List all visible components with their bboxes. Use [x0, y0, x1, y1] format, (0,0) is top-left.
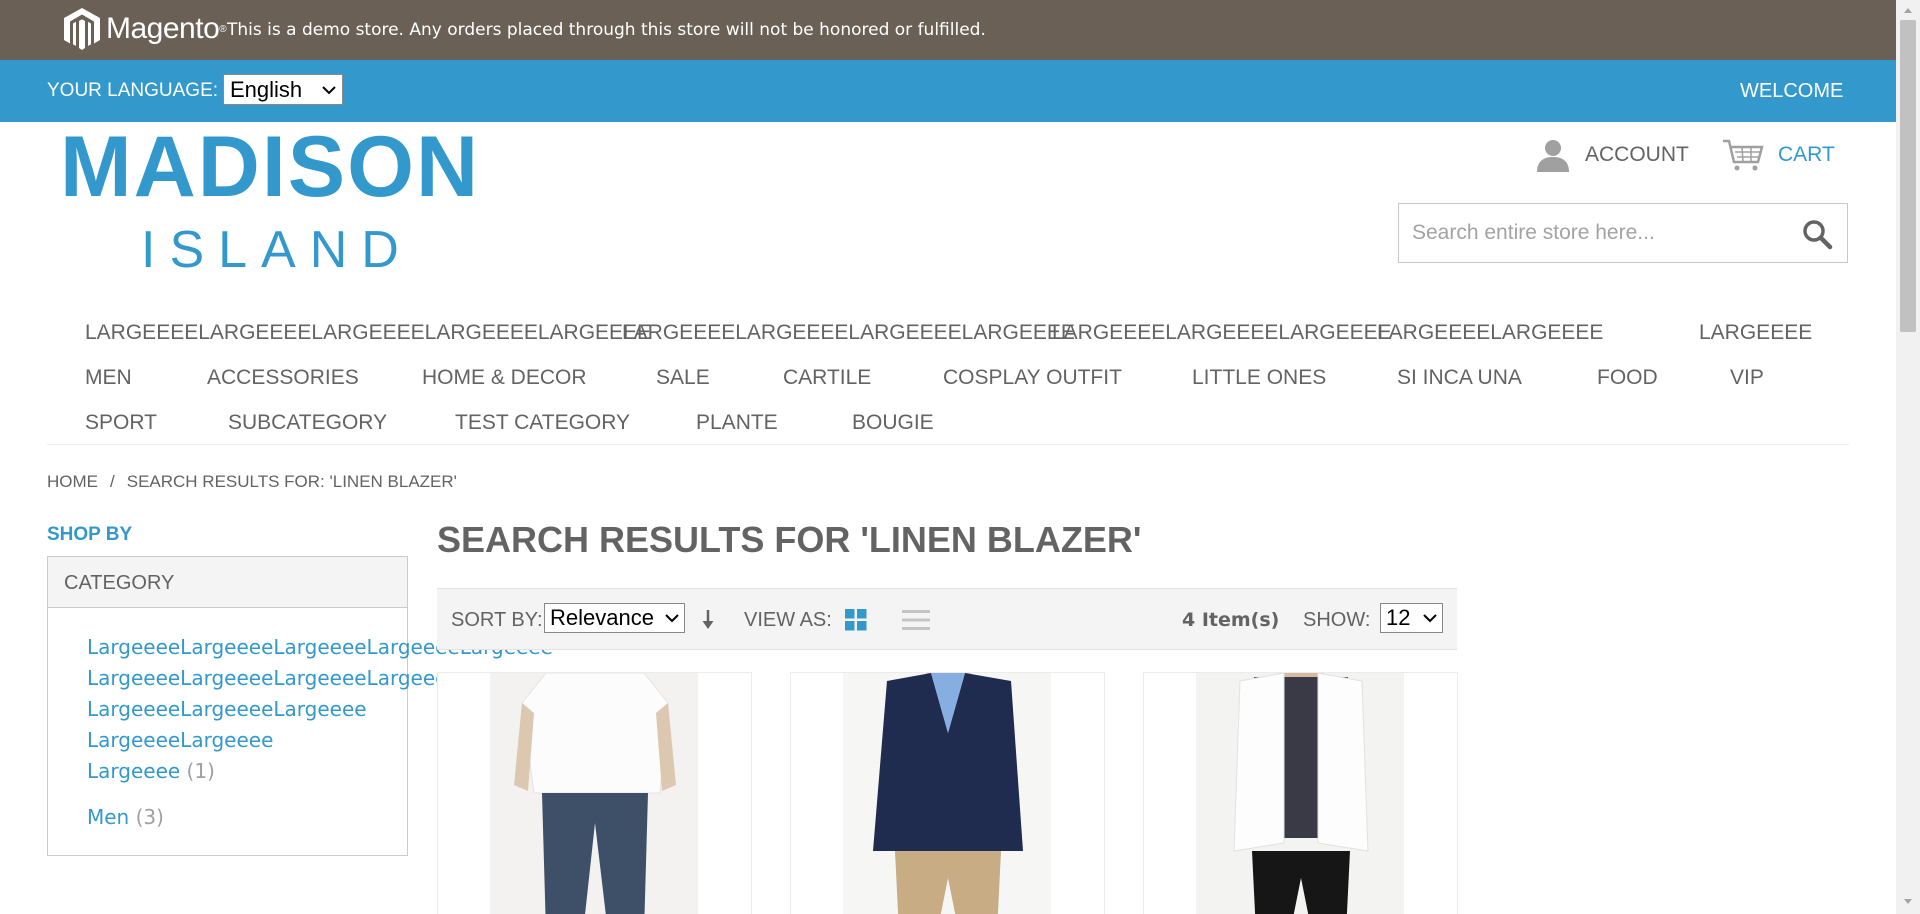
nav-item-largeeee-2[interactable]: LARGEEEELARGEEEE	[1377, 321, 1603, 345]
language-label: YOUR LANGUAGE:	[47, 80, 219, 101]
nav-item-vip[interactable]: VIP	[1730, 366, 1764, 390]
filter-link-label: Men	[87, 805, 130, 829]
nav-item-sale[interactable]: SALE	[656, 366, 710, 390]
sort-direction-icon[interactable]	[701, 609, 715, 631]
show-per-page-value: 12	[1386, 605, 1411, 630]
nav-item-men[interactable]: MEN	[85, 366, 132, 390]
search-input[interactable]	[1399, 204, 1789, 262]
filter-link-label: Largeeee	[87, 759, 181, 783]
cart-icon	[1723, 139, 1764, 171]
nav-item-plante[interactable]: PLANTE	[696, 411, 778, 435]
search-icon[interactable]	[1801, 218, 1833, 250]
user-icon	[1537, 140, 1569, 172]
cart-link[interactable]: CART	[1722, 138, 1835, 172]
filter-link-label: LargeeeeLargeeeeLargeeeeLargeeee	[87, 666, 460, 690]
nav-item-bougie[interactable]: BOUGIE	[852, 411, 934, 435]
nav-item-largeeee-1[interactable]: LARGEEEE	[1699, 321, 1812, 345]
scroll-up-icon[interactable]	[1903, 6, 1913, 14]
filter-link-count: (3)	[135, 805, 164, 829]
category-filter-header: CATEGORY	[48, 557, 407, 608]
magento-logo: Magento ®	[62, 6, 227, 52]
products-toolbar: SORT BY: Relevance VIEW AS: 4 Item(s) SH…	[437, 588, 1457, 650]
product-card[interactable]	[790, 672, 1105, 914]
breadcrumb-current: SEARCH RESULTS FOR: 'LINEN BLAZER'	[126, 472, 457, 491]
scrollbar[interactable]	[1896, 0, 1920, 914]
sort-by-label: SORT BY:	[451, 609, 543, 631]
trademark-symbol: ®	[219, 23, 227, 35]
store-logo-island[interactable]: ISLAND	[141, 224, 413, 276]
product-card[interactable]	[437, 672, 752, 914]
nav-item-largeeee-4[interactable]: LARGEEEELARGEEEELARGEEEELARGEEEE	[622, 321, 1075, 345]
nav-item-accessories[interactable]: ACCESSORIES	[207, 366, 359, 390]
nav-item-sport[interactable]: SPORT	[85, 411, 157, 435]
product-card[interactable]	[1143, 672, 1458, 914]
main-navigation: LARGEEEELARGEEEELARGEEEELARGEEEELARGEEEE…	[47, 312, 1849, 445]
welcome-message: WELCOME	[1740, 80, 1844, 102]
nav-item-subcategory[interactable]: SUBCATEGORY	[228, 411, 387, 435]
sort-by-select[interactable]: Relevance	[544, 603, 685, 633]
nav-item-largeeee-5[interactable]: LARGEEEELARGEEEELARGEEEELARGEEEELARGEEEE	[85, 321, 651, 345]
show-label: SHOW:	[1303, 609, 1371, 631]
page-title: SEARCH RESULTS FOR 'LINEN BLAZER'	[437, 519, 1142, 560]
filter-link-count: (1)	[186, 759, 215, 783]
nav-item-largeeee-3[interactable]: LARGEEEELARGEEEELARGEEEE	[1052, 321, 1392, 345]
product-image[interactable]	[791, 673, 1105, 914]
breadcrumb-separator: /	[110, 472, 115, 491]
chevron-down-icon	[665, 614, 679, 623]
product-image[interactable]	[438, 673, 752, 914]
scroll-down-icon[interactable]	[1903, 898, 1913, 906]
account-label: ACCOUNT	[1585, 143, 1689, 166]
demo-notice-text: This is a demo store. Any orders placed …	[227, 20, 986, 40]
view-as-label: VIEW AS:	[744, 609, 832, 631]
chevron-down-icon	[1423, 614, 1437, 623]
items-count: 4 Item(s)	[1182, 609, 1280, 631]
cart-label: CART	[1778, 143, 1835, 166]
show-per-page-select[interactable]: 12	[1380, 603, 1443, 633]
nav-item-food[interactable]: FOOD	[1597, 366, 1658, 390]
grid-view-icon[interactable]	[845, 609, 867, 631]
sort-by-value: Relevance	[550, 605, 654, 630]
product-image[interactable]	[1144, 673, 1458, 914]
nav-item-home-decor[interactable]: HOME & DECOR	[422, 366, 587, 390]
nav-item-cosplay-outfit[interactable]: COSPLAY OUTFIT	[943, 366, 1122, 390]
search-box	[1398, 203, 1848, 263]
list-view-icon[interactable]	[902, 609, 930, 631]
shop-by-title: SHOP BY	[47, 524, 133, 545]
chevron-down-icon	[322, 85, 336, 94]
filter-link-label: LargeeeeLargeeeeLargeeee	[87, 697, 367, 721]
language-select[interactable]: English	[223, 74, 343, 105]
demo-notice-bar: Magento ® This is a demo store. Any order…	[0, 0, 1896, 60]
account-link[interactable]: ACCOUNT	[1535, 138, 1689, 172]
breadcrumb-home[interactable]: HOME	[47, 472, 98, 491]
nav-item-si-inca-una[interactable]: SI INCA UNA	[1397, 366, 1522, 390]
nav-item-test-category[interactable]: TEST CATEGORY	[455, 411, 630, 435]
nav-item-little-ones[interactable]: LITTLE ONES	[1192, 366, 1326, 390]
magento-logo-icon	[64, 8, 100, 50]
category-filter: CATEGORY LargeeeeLargeeeeLargeeeeLargeee…	[47, 556, 553, 856]
language-selected-value: English	[230, 76, 303, 102]
magento-wordmark: Magento	[106, 12, 220, 45]
nav-item-cartile[interactable]: CARTILE	[783, 366, 871, 390]
filter-link-label: LargeeeeLargeeee	[87, 728, 274, 752]
store-logo-madison[interactable]: MADISON	[60, 124, 480, 210]
language-bar: YOUR LANGUAGE: English WELCOME	[0, 60, 1896, 122]
scrollbar-thumb[interactable]	[1900, 20, 1916, 332]
breadcrumb: HOME / SEARCH RESULTS FOR: 'LINEN BLAZER'	[47, 472, 457, 492]
